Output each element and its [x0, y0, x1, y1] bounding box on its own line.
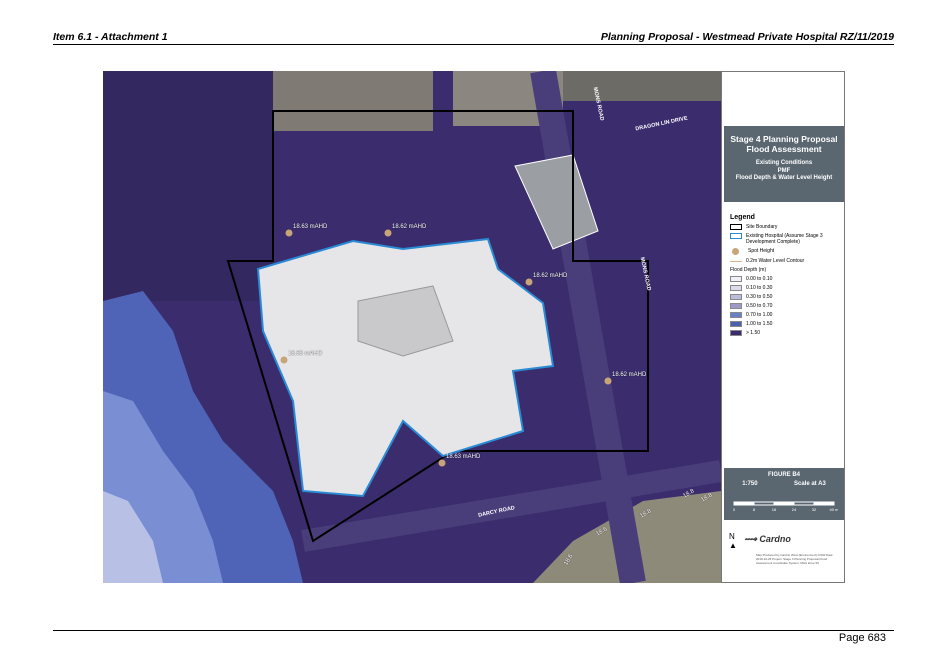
flood-class-swatch [730, 276, 742, 282]
spot-height-marker [384, 229, 392, 237]
map-subtitle-1: Existing Conditions [755, 160, 813, 166]
aerial-trees-northeast [563, 71, 721, 101]
vegetation-area [103, 71, 273, 301]
flood-class-swatch [730, 330, 742, 336]
flood-class-swatch [730, 312, 742, 318]
flood-class-item: 1.00 to 1.50 [730, 321, 842, 327]
flood-depth-classes: 0.00 to 0.10 0.10 to 0.30 0.30 to 0.50 0.50… [730, 276, 842, 336]
flood-class-item: 0.00 to 0.10 [730, 276, 842, 282]
map-legend-panel: Stage 4 Planning Proposal Flood Assessme… [721, 71, 845, 583]
spot-height-label: 18.62 mAHD [612, 372, 647, 378]
spot-height-label: 18.63 mAHD [446, 454, 481, 460]
scale-tick-label: 16 [772, 507, 777, 512]
flood-class-label: 0.50 to 0.70 [746, 303, 773, 309]
scale-tick-label: 32 [812, 507, 817, 512]
spot-height-swatch [732, 248, 739, 255]
spot-height-marker [525, 278, 533, 286]
header-rule [53, 44, 894, 45]
spot-height-marker [438, 459, 446, 467]
flood-class-label: > 1.50 [746, 330, 761, 336]
flood-map: 18.63 mAHD 18.62 mAHD 18.62 mAHD 18.63 m… [103, 71, 721, 583]
legend-item: 0.2m Water Level Contour [730, 258, 842, 264]
header-left: Item 6.1 - Attachment 1 [53, 31, 168, 43]
legend-label: Spot Height [748, 248, 775, 254]
logo-mark-icon: ⟿ [744, 534, 760, 544]
legend-heading: Legend [730, 214, 755, 221]
flood-class-label: 0.10 to 0.30 [746, 285, 773, 291]
flood-class-item: > 1.50 [730, 330, 842, 336]
header-right: Planning Proposal - Westmead Private Hos… [600, 31, 894, 43]
scale-tick-label: 8 [753, 507, 756, 512]
legend-item: Existing Hospital (Assume Stage 3 Develo… [730, 233, 842, 245]
north-label: N [729, 532, 735, 541]
map-fine-print: Map Produced by Cardno West (Environment… [756, 553, 834, 565]
map-graphic [103, 71, 721, 583]
scale-note: Scale at A3 [793, 481, 826, 487]
flood-class-swatch [730, 294, 742, 300]
legend-item: Spot Height [730, 248, 842, 255]
scale-tick-label: 40 m [830, 507, 838, 512]
scale-bar: 0 8 16 24 32 40 m [733, 501, 838, 512]
spot-height-label: 18.62 mAHD [533, 273, 568, 279]
flood-class-label: 0.30 to 0.50 [746, 294, 773, 300]
contour-swatch [730, 261, 742, 262]
flood-class-label: 0.70 to 1.00 [746, 312, 773, 318]
flood-class-swatch [730, 285, 742, 291]
site-boundary-swatch [730, 224, 742, 230]
map-title-box: Stage 4 Planning Proposal Flood Assessme… [724, 126, 844, 202]
aerial-buildings-north [273, 71, 433, 131]
flood-class-label: 0.00 to 0.10 [746, 276, 773, 282]
arrow-up-icon: ▲ [729, 541, 737, 550]
flood-depth-title: Flood Depth (m) [730, 267, 767, 273]
flood-class-item: 0.10 to 0.30 [730, 285, 842, 291]
cardno-logo: ⟿ Cardno [744, 534, 791, 545]
logo-text: Cardno [759, 534, 791, 544]
map-title: Stage 4 Planning Proposal Flood Assessme… [730, 134, 838, 154]
footer-rule [53, 630, 894, 631]
scale-tick-label: 24 [792, 507, 797, 512]
hospital-swatch [730, 233, 742, 239]
figure-number: FIGURE B4 [767, 472, 800, 478]
flood-class-item: 0.50 to 0.70 [730, 303, 842, 309]
flood-class-swatch [730, 303, 742, 309]
north-arrow-icon: N ▲ [729, 532, 737, 550]
flood-class-swatch [730, 321, 742, 327]
flood-class-item: 0.70 to 1.00 [730, 312, 842, 318]
spot-height-marker [285, 229, 293, 237]
scale-row: 1:750 Scale at A3 [724, 481, 844, 487]
spot-height-marker [604, 377, 612, 385]
flood-class-label: 1.00 to 1.50 [746, 321, 773, 327]
legend-item: Site Boundary [730, 224, 842, 230]
spot-height-label: 18.62 mAHD [392, 224, 427, 230]
legend-label: 0.2m Water Level Contour [746, 258, 805, 264]
flood-class-item: 0.30 to 0.50 [730, 294, 842, 300]
spot-height-label: 18.63 mAHD [293, 224, 328, 230]
legend-label: Site Boundary [746, 224, 778, 230]
legend: Legend Site Boundary Existing Hospital (… [730, 214, 842, 339]
legend-label: Existing Hospital (Assume Stage 3 Develo… [746, 233, 823, 245]
scale-tick-label: 0 [733, 507, 736, 512]
map-subtitle-2: PMF [777, 167, 791, 174]
spot-height-marker [280, 356, 288, 364]
spot-height-label: 18.63 mAHD [288, 351, 323, 357]
map-subtitle-3: Flood Depth & Water Level Height [735, 175, 833, 181]
scale-ratio: 1:750 [742, 481, 758, 487]
page-number: Page 683 [838, 632, 886, 644]
